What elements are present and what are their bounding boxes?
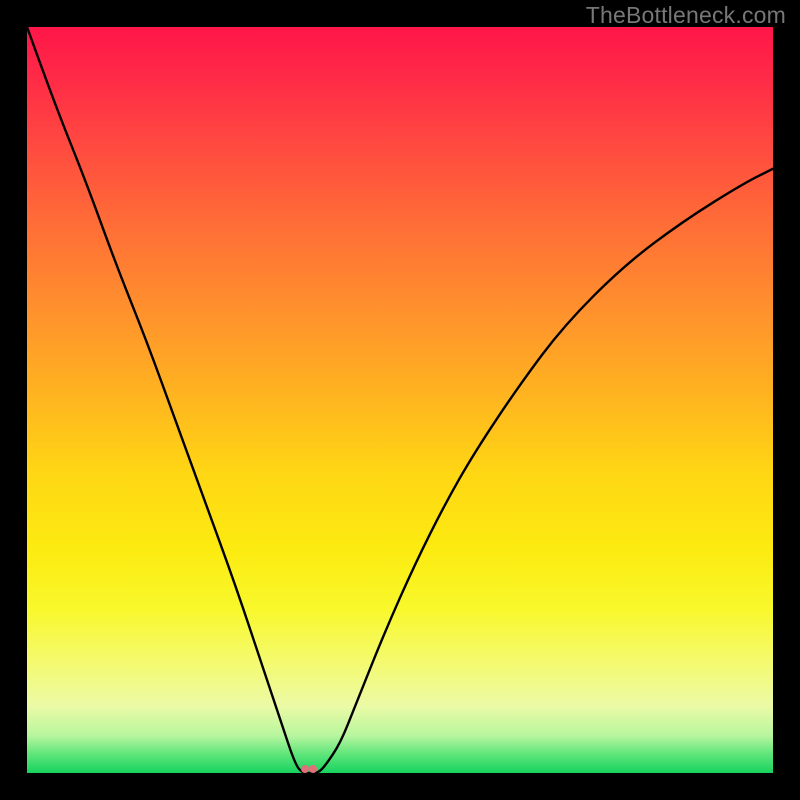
vertex-marker-2 xyxy=(309,765,317,773)
watermark-text: TheBottleneck.com xyxy=(586,2,786,29)
chart-frame: TheBottleneck.com xyxy=(0,0,800,800)
plot-area xyxy=(27,27,773,773)
vertex-marker-1 xyxy=(301,765,309,773)
bottleneck-curve xyxy=(27,27,773,773)
